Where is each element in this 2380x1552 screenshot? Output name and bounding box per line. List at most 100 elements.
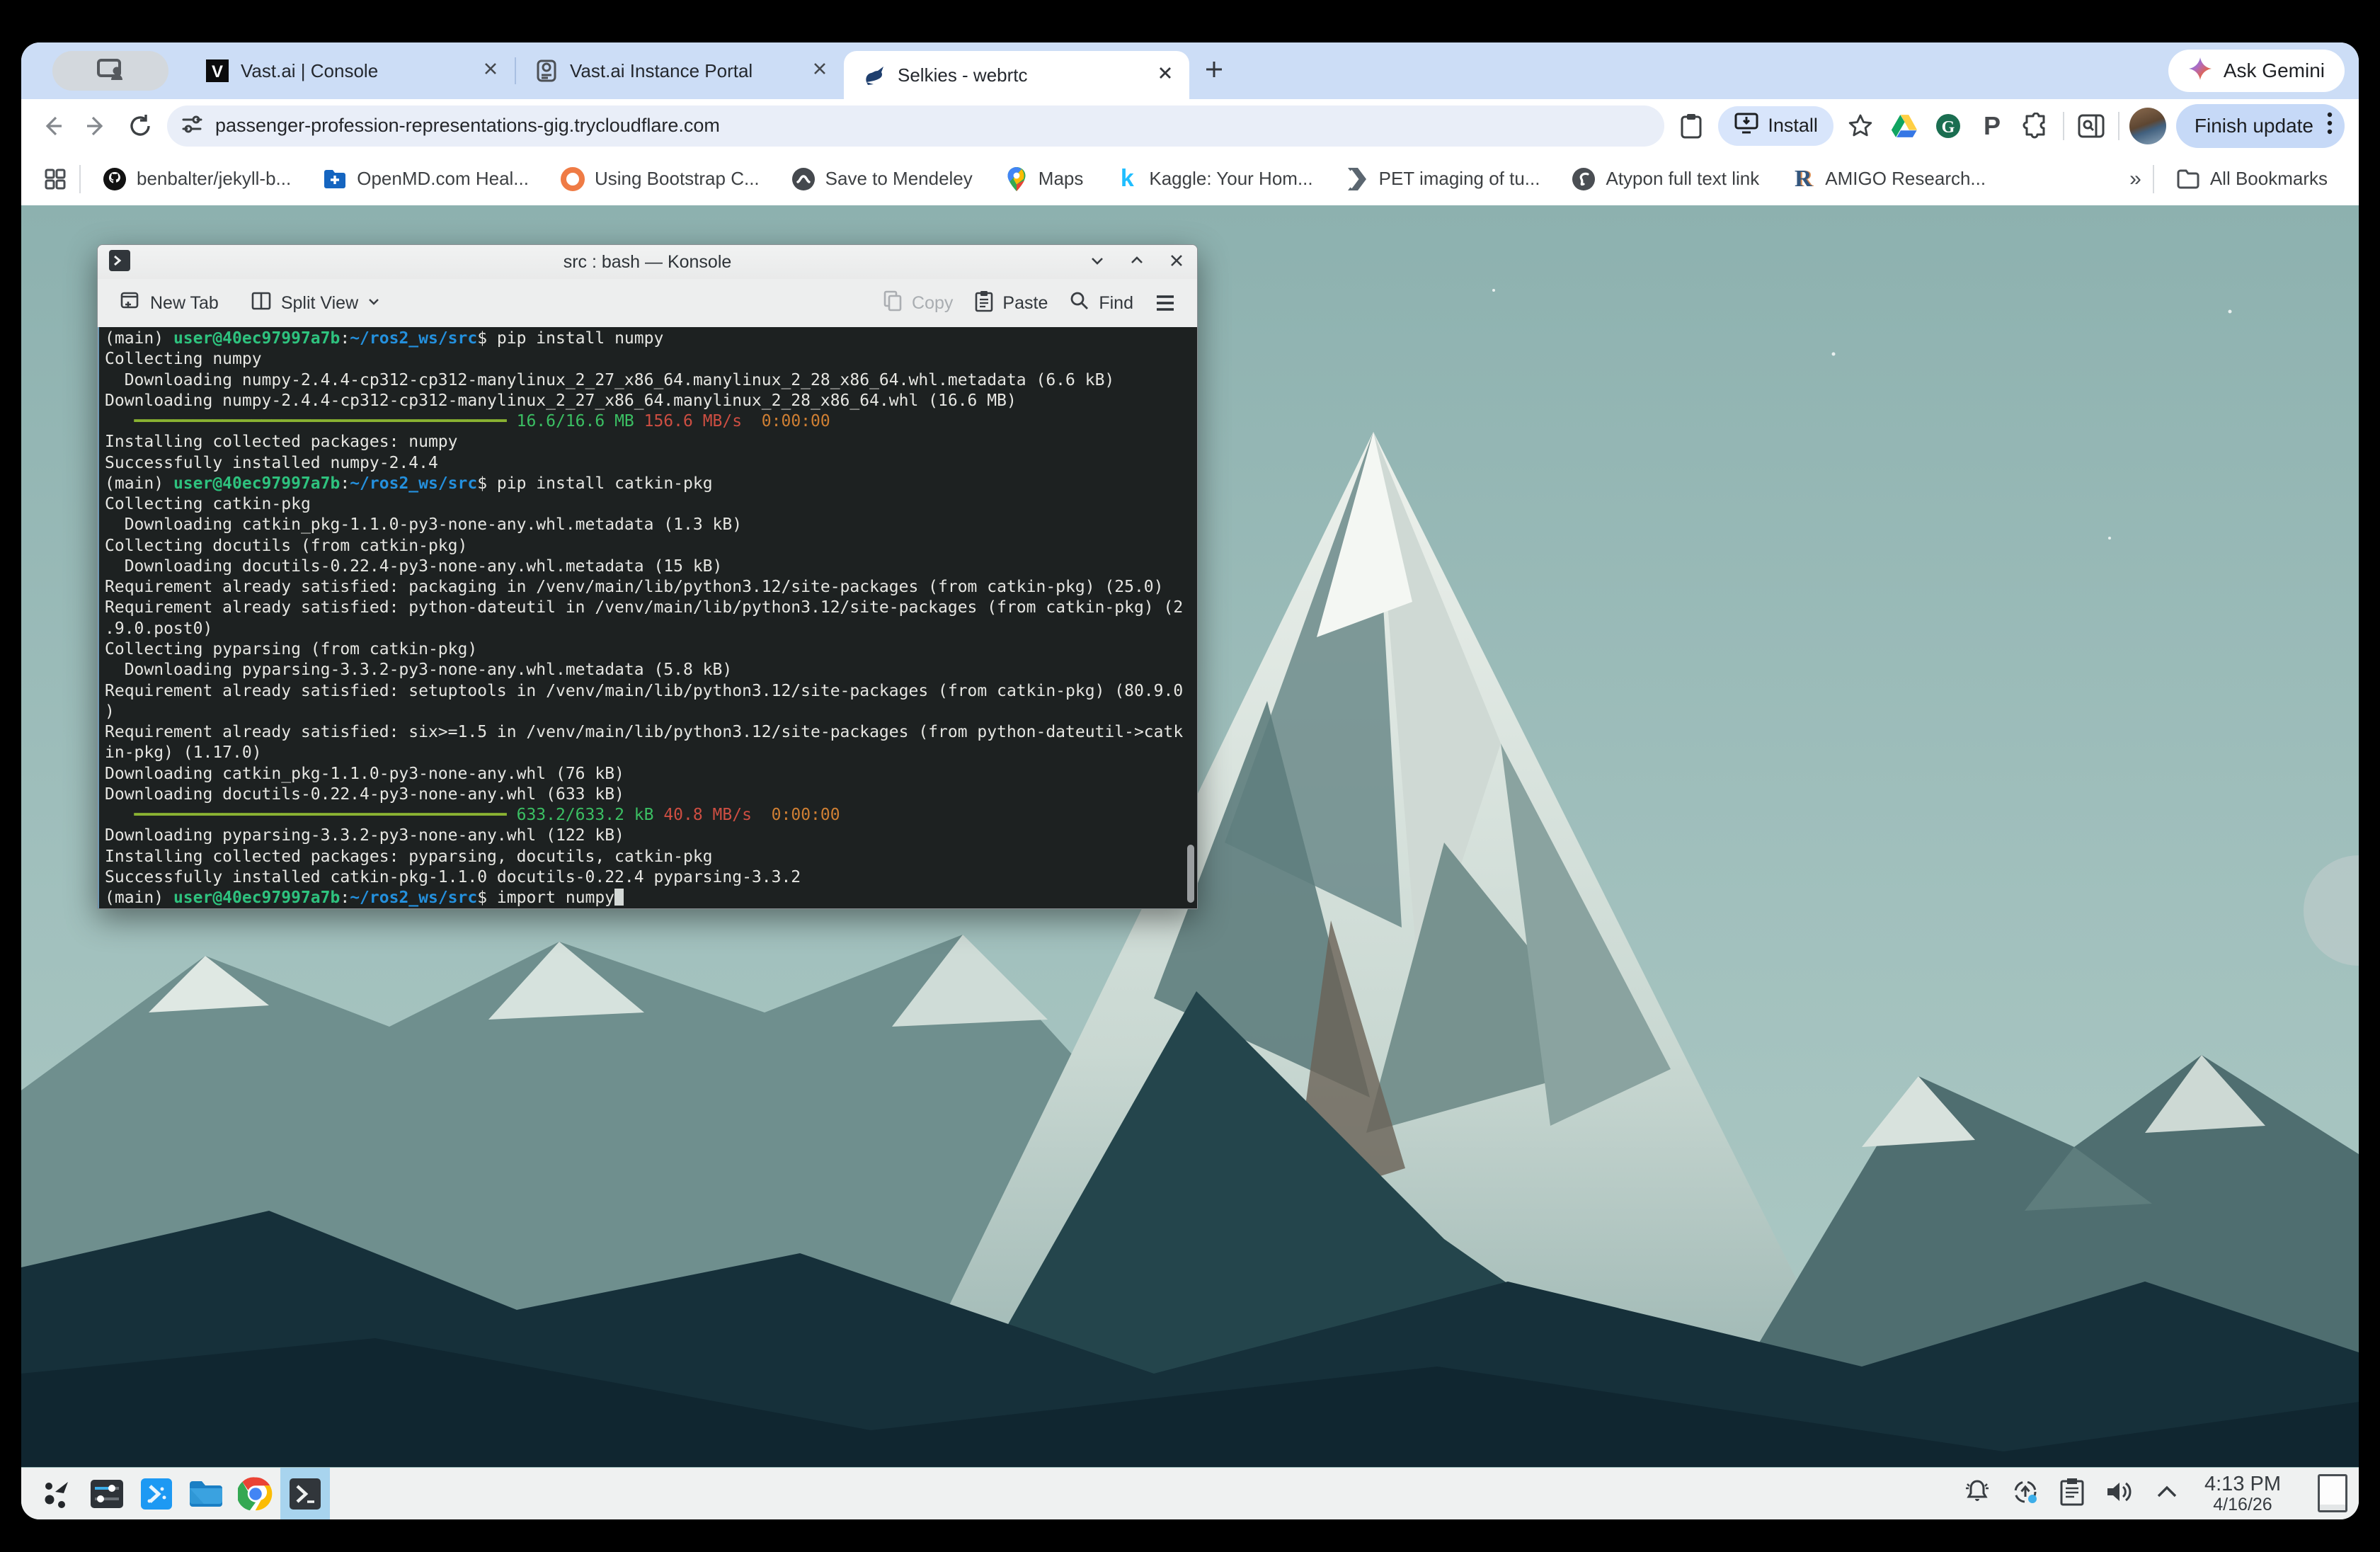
bookmark-label: Maps (1038, 168, 1084, 189)
konsole-window-title: src : bash — Konsole (563, 251, 732, 272)
konsole-titlebar[interactable]: src : bash — Konsole (98, 245, 1197, 279)
minimize-icon[interactable] (1088, 251, 1106, 273)
paste-button[interactable]: Paste (967, 285, 1055, 321)
grammarly-icon[interactable]: G (1931, 109, 1965, 143)
copy-button[interactable]: Copy (875, 285, 960, 321)
tab-selkies-active[interactable]: Selkies - webrtc (844, 51, 1189, 99)
all-bookmarks-button[interactable]: All Bookmarks (2166, 166, 2338, 192)
clipboard-icon[interactable] (1674, 109, 1708, 143)
hamburger-menu-icon[interactable] (1148, 290, 1183, 316)
bookmark-label: OpenMD.com Heal... (357, 168, 529, 189)
bookmark-kaggle[interactable]: k Kaggle: Your Hom... (1104, 165, 1322, 192)
bookmark-github[interactable]: benbalter/jekyll-b... (92, 166, 301, 192)
clock-widget[interactable]: 4:13 PM 4/16/26 (2204, 1473, 2281, 1514)
instance-portal-favicon (534, 59, 559, 83)
bookmark-mendeley[interactable]: Save to Mendeley (781, 166, 983, 192)
file-manager-button[interactable] (181, 1468, 231, 1519)
omnibox[interactable]: passenger-profession-representations-gig… (167, 105, 1665, 147)
new-tab-button[interactable] (1202, 57, 1226, 85)
finish-update-label: Finish update (2194, 114, 2313, 137)
terminal-scrollbar[interactable] (1187, 845, 1194, 903)
all-bookmarks-label: All Bookmarks (2209, 168, 2328, 189)
show-desktop-button[interactable] (2318, 1474, 2347, 1513)
konsole-toolbar: New Tab Split View Copy Paste Find (98, 279, 1197, 327)
finish-update-button[interactable]: Finish update (2175, 103, 2345, 148)
install-label: Install (1768, 115, 1818, 136)
tab-close-icon[interactable] (482, 60, 499, 82)
split-view-button[interactable]: Split View (243, 285, 388, 321)
discover-button[interactable] (132, 1468, 181, 1519)
tab-close-icon[interactable] (1157, 64, 1174, 86)
new-tab-icon (119, 290, 142, 317)
chrome-button[interactable] (231, 1468, 280, 1519)
svg-text:P: P (1984, 113, 2001, 139)
clipboard-tray-icon[interactable] (2059, 1477, 2086, 1510)
bookmark-label: Using Bootstrap C... (594, 168, 760, 189)
svg-text:V: V (212, 62, 223, 81)
tab-label: Vast.ai Instance Portal (570, 59, 753, 81)
selkies-remote-desktop: src : bash — Konsole New Tab Split View … (21, 205, 2359, 1519)
kaggle-icon: k (1120, 165, 1134, 192)
profile-avatar[interactable] (2129, 107, 2166, 144)
back-icon[interactable] (35, 109, 69, 143)
split-view-label: Split View (280, 292, 359, 313)
bookmark-amigo[interactable]: R AMIGO Research... (1780, 166, 1996, 192)
bookmark-label: Kaggle: Your Hom... (1149, 168, 1313, 189)
extensions-puzzle-icon[interactable] (2019, 109, 2053, 143)
window-user-icon (96, 57, 125, 85)
gemini-sparkle-icon (2188, 57, 2212, 86)
bookmark-bootstrap[interactable]: Using Bootstrap C... (550, 166, 770, 192)
bookmark-label: benbalter/jekyll-b... (137, 168, 292, 189)
konsole-window[interactable]: src : bash — Konsole New Tab Split View … (97, 244, 1198, 909)
remote-desktop-area: src : bash — Konsole New Tab Split View … (21, 205, 2359, 1468)
openmd-icon (322, 166, 348, 192)
p-extension-icon[interactable]: P (1975, 109, 2009, 143)
toolbar-separator (2062, 111, 2064, 140)
find-button[interactable]: Find (1062, 286, 1140, 321)
app-launcher-button[interactable] (33, 1468, 82, 1519)
system-settings-button[interactable] (82, 1468, 132, 1519)
side-panel-search-icon[interactable] (2074, 109, 2108, 143)
bookmark-openmd[interactable]: OpenMD.com Heal... (312, 166, 539, 192)
url-text: passenger-profession-representations-gig… (215, 115, 720, 136)
paste-icon (974, 290, 994, 317)
amigo-r-icon: R (1794, 165, 1812, 192)
split-view-icon (250, 290, 273, 317)
bookmarks-bar: benbalter/jekyll-b... OpenMD.com Heal...… (21, 152, 2359, 205)
install-button[interactable]: Install (1718, 105, 1833, 146)
bookmark-star-icon[interactable] (1843, 109, 1877, 143)
drive-icon[interactable] (1887, 109, 1921, 143)
volume-icon[interactable] (2104, 1477, 2135, 1510)
maximize-icon[interactable] (1128, 251, 1146, 273)
bookmark-maps[interactable]: Maps (994, 166, 1094, 192)
folder-icon (2175, 166, 2201, 192)
bookmark-pet-imaging[interactable]: PET imaging of tu... (1334, 166, 1550, 192)
tab-vast-console[interactable]: V Vast.ai | Console (187, 42, 515, 99)
pet-imaging-icon (1344, 166, 1370, 192)
new-tab-button[interactable]: New Tab (112, 285, 226, 321)
tab-search-button[interactable] (52, 51, 168, 91)
apps-grid-icon[interactable] (42, 166, 68, 192)
copy-label: Copy (912, 292, 954, 313)
bookmarks-overflow-chevron[interactable]: » (2129, 167, 2141, 191)
terminal-output[interactable]: (main) user@40ec97997a7b:~/ros2_ws/src$ … (98, 327, 1197, 908)
notifications-bell-icon[interactable] (1962, 1477, 1992, 1510)
forward-icon[interactable] (79, 109, 113, 143)
ask-gemini-button[interactable]: Ask Gemini (2168, 50, 2345, 92)
tab-close-icon[interactable] (811, 60, 828, 82)
updates-icon[interactable] (2010, 1477, 2040, 1510)
bookmarks-separator (2152, 164, 2154, 193)
menu-dots-icon[interactable] (2326, 110, 2333, 142)
toolbar-separator (2117, 111, 2119, 140)
chevron-down-icon (367, 293, 381, 314)
reload-icon[interactable] (123, 109, 157, 143)
find-icon (1069, 290, 1090, 316)
close-icon[interactable] (1167, 251, 1186, 273)
site-info-icon[interactable] (180, 112, 204, 139)
tab-vast-portal[interactable]: Vast.ai Instance Portal (516, 42, 844, 99)
bookmark-atypon[interactable]: Atypon full text link (1561, 166, 1769, 192)
vast-favicon: V (205, 59, 229, 83)
copy-icon (882, 290, 903, 317)
expand-tray-chevron-icon[interactable] (2153, 1481, 2180, 1506)
konsole-task-button[interactable] (280, 1468, 330, 1519)
